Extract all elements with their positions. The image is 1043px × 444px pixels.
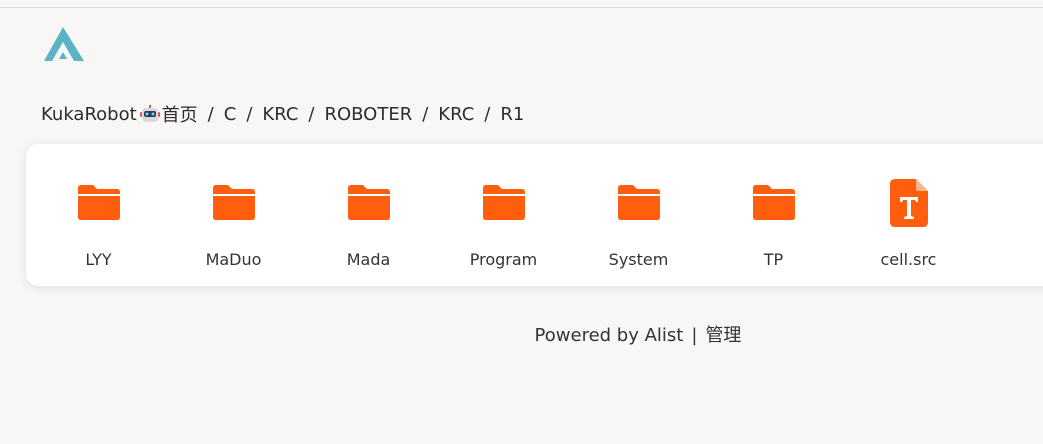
text-file-icon (889, 179, 928, 227)
breadcrumb-separator: / (246, 103, 253, 125)
breadcrumb-home[interactable]: 首页 (162, 101, 198, 127)
file-name: cell.src (880, 250, 937, 269)
file-item-program[interactable]: Program (436, 144, 571, 286)
footer: Powered by Alist | 管理 (0, 321, 1043, 347)
breadcrumb-segment[interactable]: KRC (262, 104, 298, 125)
folder-icon (482, 185, 525, 220)
file-name: Program (469, 250, 538, 269)
file-item-cell-src[interactable]: cell.src (841, 144, 976, 286)
file-name: Mada (346, 250, 391, 269)
file-item-tp[interactable]: TP (706, 144, 841, 286)
file-item-system[interactable]: System (571, 144, 706, 286)
breadcrumb-segment[interactable]: C (224, 104, 237, 125)
robot-icon (139, 105, 160, 122)
breadcrumb-separator: / (207, 103, 214, 125)
breadcrumb-segment[interactable]: KRC (438, 104, 474, 125)
folder-icon (617, 185, 660, 220)
breadcrumb-segment[interactable]: ROBOTER (324, 104, 412, 125)
folder-icon (752, 185, 795, 220)
file-name: MaDuo (205, 250, 262, 269)
file-name: LYY (85, 250, 112, 269)
breadcrumb-separator: / (484, 103, 491, 125)
breadcrumb-separator: / (308, 103, 315, 125)
top-border (0, 0, 1043, 8)
manage-link[interactable]: 管理 (705, 325, 741, 346)
file-item-lyy[interactable]: LYY (31, 144, 166, 286)
file-name: System (608, 250, 669, 269)
file-item-mada[interactable]: Mada (301, 144, 436, 286)
footer-divider: | (691, 325, 698, 346)
folder-icon (347, 185, 390, 220)
breadcrumb-separator: / (422, 103, 429, 125)
powered-by-text[interactable]: Powered by Alist (535, 325, 684, 346)
file-name: TP (763, 250, 784, 269)
breadcrumb-site-name[interactable]: KukaRobot (41, 104, 137, 125)
breadcrumb-segment-current[interactable]: R1 (500, 104, 524, 125)
file-item-maduo[interactable]: MaDuo (166, 144, 301, 286)
alist-logo-icon[interactable] (41, 24, 87, 66)
folder-icon (77, 185, 120, 220)
breadcrumb: KukaRobot 首页 / C / KRC / ROBOTER / KRC /… (41, 101, 524, 127)
file-grid: LYY MaDuo Mada Program System TP cell.sr… (26, 144, 1043, 286)
folder-icon (212, 185, 255, 220)
